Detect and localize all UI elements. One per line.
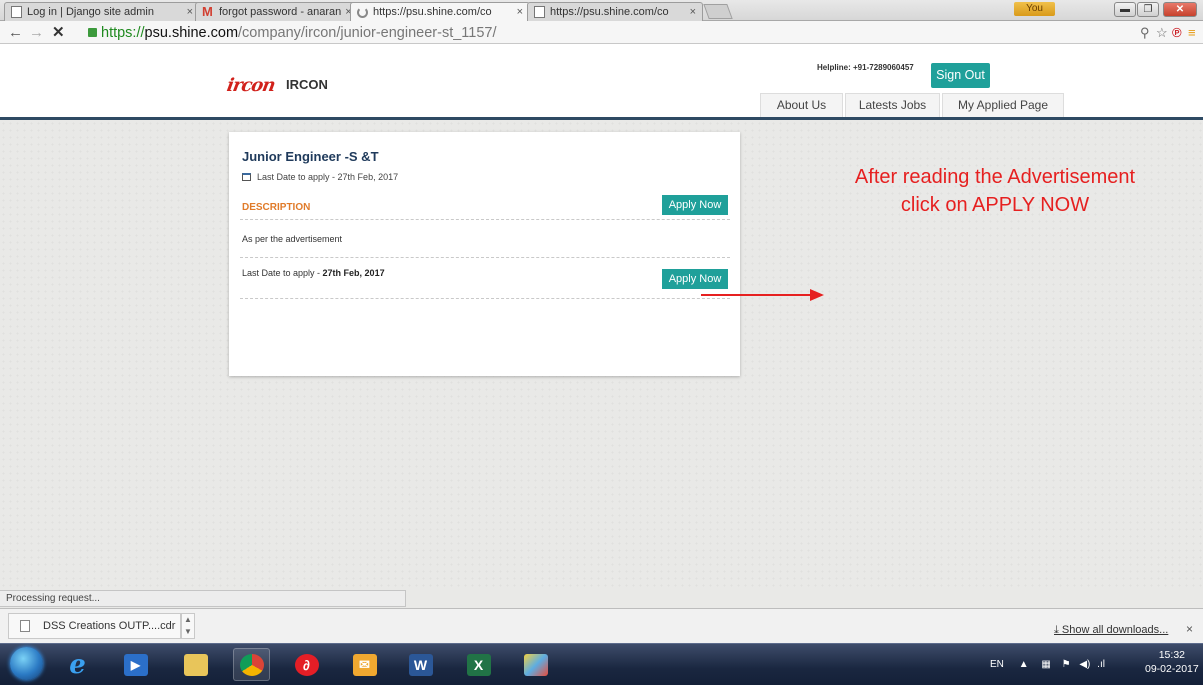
- last-date-text: Last Date to apply - 27th Feb, 2017: [257, 172, 399, 182]
- system-tray: EN ▲ ▦ ⚑ ◀) .ıl: [990, 644, 1105, 685]
- job-title: Junior Engineer -S &T: [242, 149, 379, 164]
- last-date-summary: Last Date to apply - 27th Feb, 2017: [242, 172, 398, 182]
- network-tray-icon[interactable]: ▦: [1041, 659, 1050, 670]
- last-date-label: Last Date to apply -: [242, 268, 323, 278]
- url-host: psu.shine.com: [144, 25, 239, 41]
- user-profile-badge[interactable]: You: [1014, 2, 1055, 16]
- annotation-line-1: After reading the Advertisement: [854, 166, 1136, 188]
- tab-title: https://psu.shine.com/co: [373, 6, 492, 18]
- divider: [240, 298, 730, 299]
- annotation-callout: After reading the Advertisement click on…: [805, 163, 1185, 219]
- bookmark-star-icon[interactable]: ☆: [1156, 24, 1168, 42]
- download-file-name: DSS Creations OUTP....cdr: [43, 620, 176, 632]
- stop-loading-icon[interactable]: ✕: [52, 24, 65, 42]
- helpline-text: Helpline: +91-7289060457: [817, 63, 914, 72]
- gmail-icon: M: [202, 4, 213, 19]
- divider: [240, 219, 730, 220]
- url-protocol: https://: [101, 25, 145, 41]
- word-icon[interactable]: W: [402, 648, 439, 681]
- excel-icon[interactable]: X: [460, 648, 497, 681]
- pinterest-extension-icon[interactable]: ℗: [1172, 24, 1182, 42]
- close-icon[interactable]: ×: [513, 6, 523, 18]
- chrome-menu-icon[interactable]: ≡: [1188, 24, 1196, 42]
- nav-latest-jobs[interactable]: Latests Jobs: [845, 93, 940, 117]
- action-center-flag-icon[interactable]: ⚑: [1062, 659, 1071, 670]
- volume-icon[interactable]: ◀): [1079, 659, 1090, 670]
- paint-icon[interactable]: [517, 648, 554, 681]
- maximize-button[interactable]: ❐: [1137, 2, 1159, 17]
- back-arrow-icon[interactable]: ←: [8, 24, 23, 42]
- nav-my-applied-page[interactable]: My Applied Page: [942, 93, 1064, 117]
- tab-title: https://psu.shine.com/co: [550, 6, 669, 18]
- tray-expand-icon[interactable]: ▲: [1019, 659, 1029, 670]
- tab-gmail[interactable]: M forgot password - anaran ×: [195, 2, 355, 21]
- minimize-button[interactable]: ▬: [1114, 2, 1136, 17]
- description-text: As per the advertisement: [242, 234, 343, 244]
- page-icon: [534, 6, 545, 18]
- downloads-bar: DSS Creations OUTP....cdr ▲ ▼: [0, 608, 1203, 643]
- apply-now-button-top[interactable]: Apply Now: [662, 195, 728, 215]
- apply-now-button-bottom[interactable]: Apply Now: [662, 269, 728, 289]
- close-icon[interactable]: ×: [183, 6, 193, 18]
- page-icon: [11, 6, 22, 18]
- clock-time: 15:32: [1158, 649, 1185, 661]
- description-heading: DESCRIPTION: [242, 202, 311, 213]
- forward-arrow-icon[interactable]: →: [29, 24, 44, 42]
- zoom-icon[interactable]: ⚲: [1140, 24, 1150, 42]
- airtel-icon[interactable]: ∂: [288, 648, 325, 681]
- tab-title: forgot password - anaran: [219, 6, 342, 18]
- downloads-close-icon[interactable]: ×: [1186, 622, 1193, 636]
- last-date-detail: Last Date to apply - 27th Feb, 2017: [242, 268, 385, 278]
- last-date-value: 27th Feb, 2017: [322, 268, 385, 278]
- show-all-label: Show all downloads...: [1061, 624, 1169, 636]
- close-icon[interactable]: ×: [686, 6, 696, 18]
- start-button[interactable]: [10, 647, 43, 680]
- chrome-icon[interactable]: [233, 648, 270, 681]
- url-path: /company/ircon/junior-engineer-st_1157/: [238, 25, 497, 41]
- download-arrow-icon: ⤓: [1054, 624, 1062, 636]
- tab-psu-shine[interactable]: https://psu.shine.com/co ×: [527, 2, 703, 21]
- media-player-icon[interactable]: ▶: [117, 648, 154, 681]
- annotation-line-2: click on APPLY NOW: [900, 194, 1090, 216]
- annotation-arrow-icon: [701, 289, 824, 301]
- window-close-button[interactable]: ✕: [1163, 2, 1197, 17]
- lock-icon: [88, 28, 97, 37]
- ircon-logo[interactable]: ircon: [225, 75, 279, 96]
- nav-about-us[interactable]: About Us: [760, 93, 843, 117]
- job-card: [229, 132, 740, 376]
- loading-icon: [357, 6, 368, 18]
- sign-out-button[interactable]: Sign Out: [931, 63, 990, 88]
- download-menu-chevron-icon[interactable]: ▲ ▼: [181, 613, 195, 639]
- tab-title: Log in | Django site admin: [27, 6, 154, 18]
- status-bubble: Processing request...: [0, 590, 406, 607]
- company-name: IRCON: [286, 77, 328, 92]
- taskbar-clock[interactable]: 15:32 09-02-2017: [1145, 648, 1199, 676]
- calendar-icon: [242, 173, 251, 181]
- show-all-downloads-link[interactable]: ⤓ Show all downloads...: [1054, 624, 1168, 637]
- file-explorer-icon[interactable]: [177, 648, 214, 681]
- new-tab-button[interactable]: [703, 4, 733, 19]
- clock-date: 09-02-2017: [1145, 663, 1199, 675]
- internet-explorer-icon[interactable]: e: [59, 648, 96, 681]
- language-indicator[interactable]: EN: [990, 659, 1004, 670]
- download-item[interactable]: DSS Creations OUTP....cdr: [8, 613, 181, 639]
- file-icon: [20, 620, 30, 632]
- outlook-icon[interactable]: ✉: [346, 648, 383, 681]
- tab-django-admin[interactable]: Log in | Django site admin ×: [4, 2, 200, 21]
- divider: [240, 257, 730, 258]
- signal-icon[interactable]: .ıl: [1097, 659, 1105, 670]
- address-bar[interactable]: https://psu.shine.com/company/ircon/juni…: [88, 24, 1138, 42]
- tab-psu-shine-active[interactable]: https://psu.shine.com/co ×: [350, 2, 530, 21]
- windows-taskbar: e ▶ ∂ ✉ W X EN ▲ ▦ ⚑ ◀) .ıl: [0, 643, 1203, 685]
